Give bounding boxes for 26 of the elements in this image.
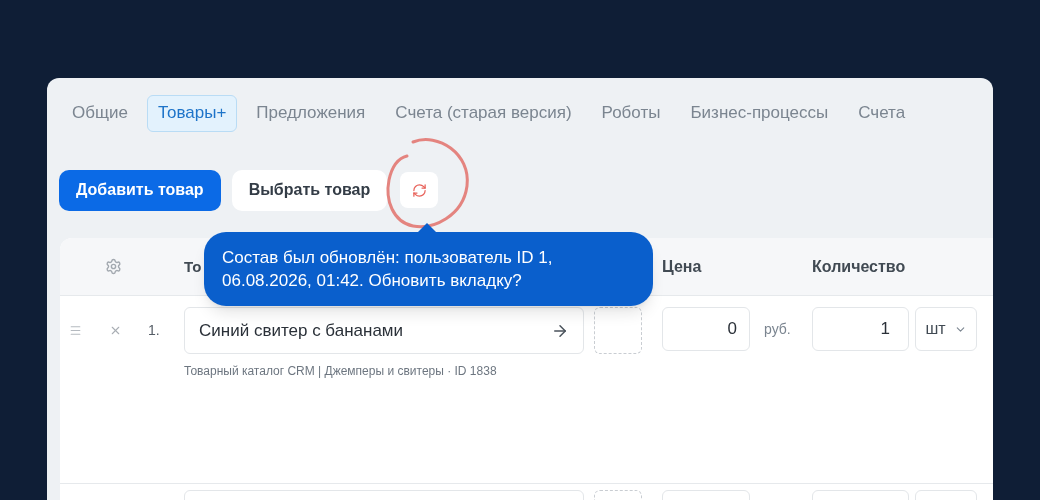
refresh-icon — [411, 182, 427, 198]
tab[interactable]: Общие — [61, 94, 139, 132]
row-number: 1. — [148, 321, 160, 340]
tab[interactable]: Товары+ — [146, 94, 238, 132]
column-header: То — [184, 257, 202, 275]
delete-icon[interactable] — [109, 324, 122, 337]
tab[interactable]: Предложения — [245, 94, 377, 132]
tab[interactable]: Бизнес-процессы — [679, 94, 840, 132]
price-field[interactable]: 0 — [662, 307, 750, 351]
unit-select[interactable]: шт — [915, 307, 977, 351]
column-header: Количество — [812, 257, 906, 275]
tab[interactable]: Счета — [847, 94, 917, 132]
refresh-button[interactable] — [400, 172, 439, 208]
column-header: Цена — [662, 257, 702, 275]
image-placeholder[interactable] — [594, 307, 642, 354]
product-caption: Товарный каталог CRM | Джемперы и свитеры · ID 1838 — [184, 363, 498, 380]
select-product-button[interactable]: Выбрать товар — [231, 169, 388, 211]
currency-label: руб. — [764, 319, 791, 339]
settings-icon[interactable] — [105, 258, 122, 275]
drag-handle-icon[interactable] — [69, 324, 82, 337]
tab[interactable]: Счета (старая версия) — [384, 94, 583, 132]
product-field[interactable]: Синий свитер с бананами — [184, 307, 584, 354]
tooltip-pointer — [417, 223, 437, 233]
quantity-field[interactable]: 1 — [812, 307, 909, 351]
add-product-button[interactable]: Добавить товар — [59, 169, 221, 211]
tab[interactable]: Роботы — [590, 94, 672, 132]
